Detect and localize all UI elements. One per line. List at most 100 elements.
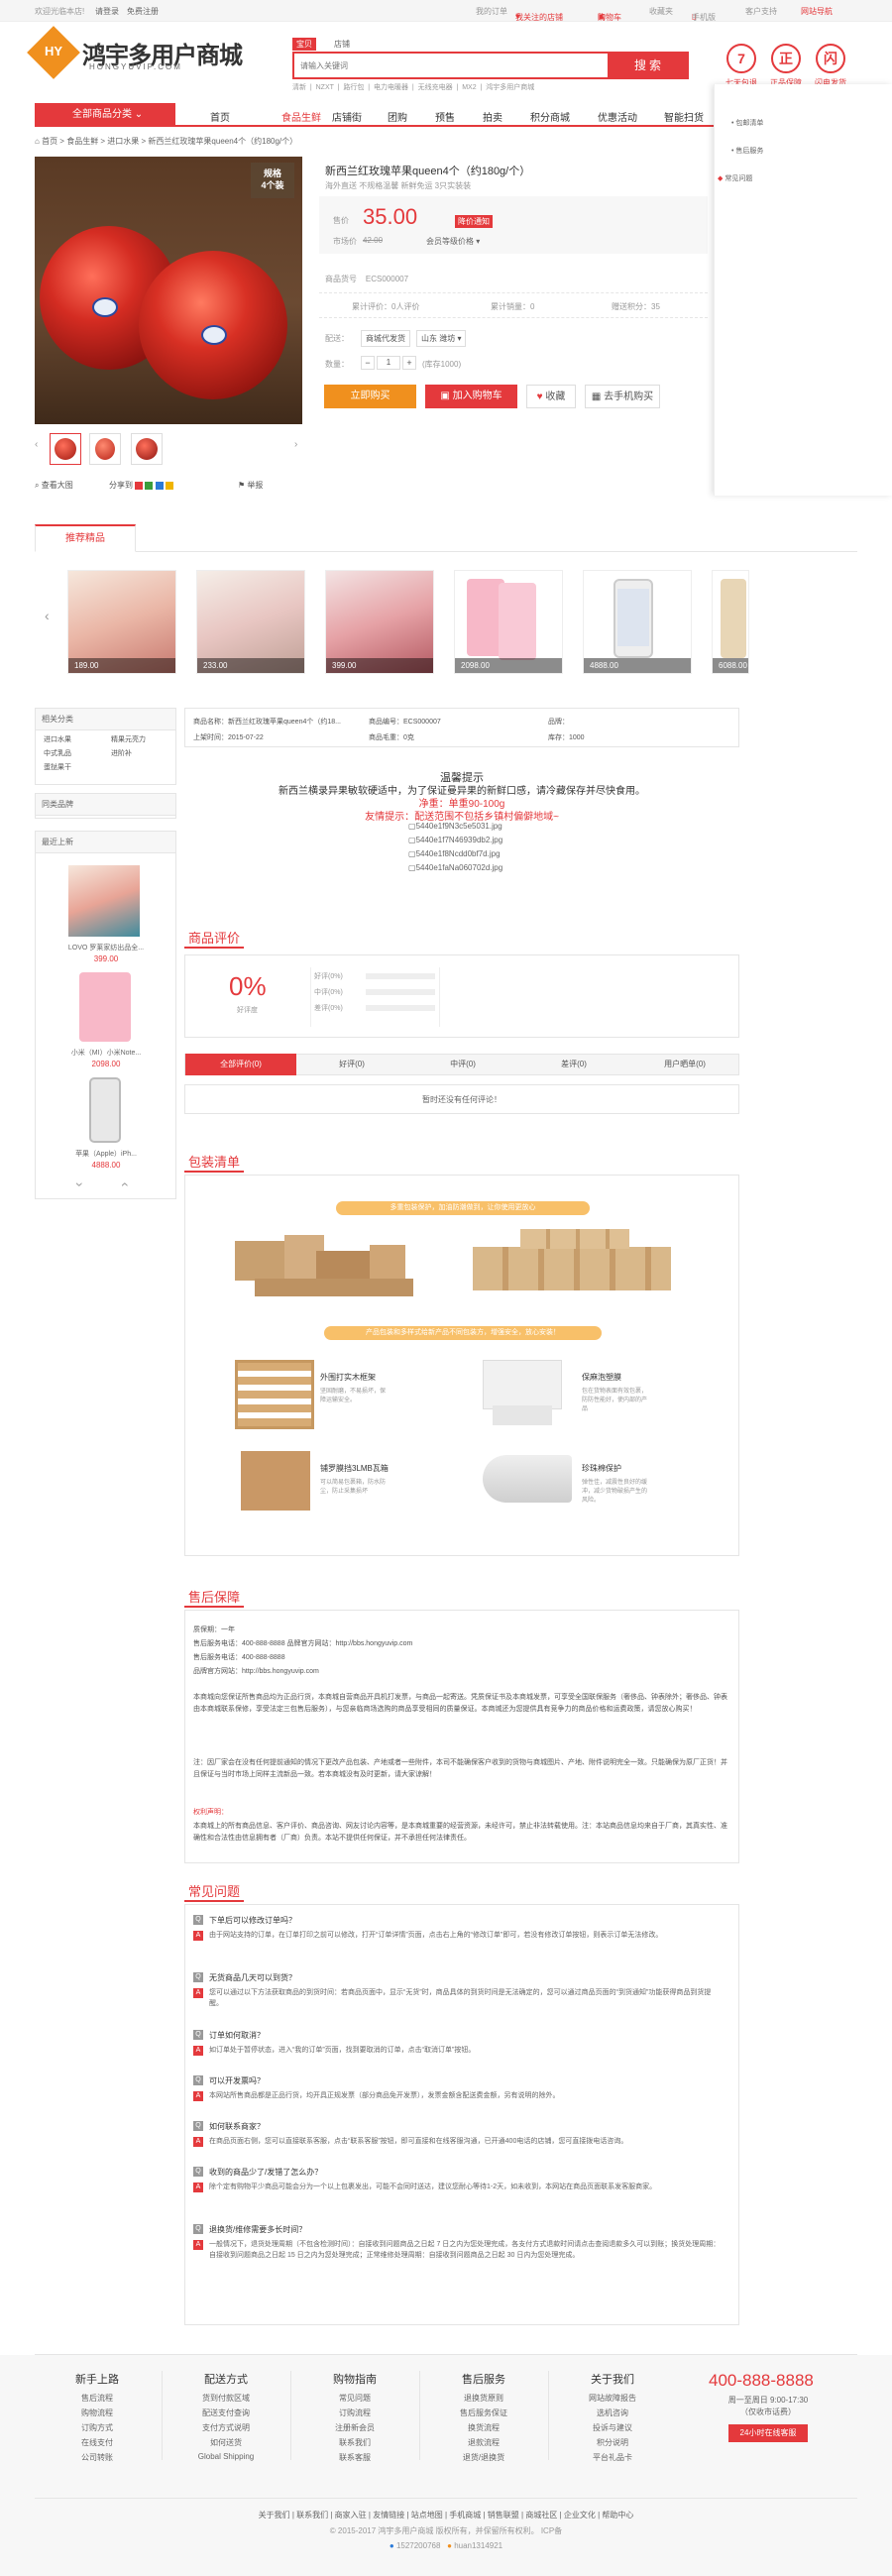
footer-column-link[interactable]: 售后流程: [48, 2393, 147, 2404]
recommend-item[interactable]: 6088.00: [712, 570, 749, 674]
chevron-left-icon[interactable]: ‹: [45, 608, 50, 623]
footer-link[interactable]: 商城社区: [525, 2511, 557, 2520]
category-link[interactable]: 蛋挞果干: [44, 762, 71, 772]
nav-item-smart[interactable]: 智能扫货: [664, 109, 704, 124]
footer-link[interactable]: 手机商城: [449, 2511, 481, 2520]
footer-column-link[interactable]: 换货流程: [434, 2422, 533, 2433]
hot-word[interactable]: NZXT: [316, 84, 334, 91]
footer-link[interactable]: 帮助中心: [602, 2511, 633, 2520]
site-nav-link[interactable]: 网站导航: [801, 6, 833, 17]
side-panel-item[interactable]: • 售后服务: [731, 146, 763, 156]
search-button[interactable]: 搜索: [610, 52, 689, 79]
register-link[interactable]: 免费注册: [127, 6, 159, 17]
region-select[interactable]: 山东 潍坊 ▾: [416, 330, 467, 347]
footer-link[interactable]: 关于我们: [259, 2511, 290, 2520]
review-count[interactable]: 累计评价：0人评价: [352, 301, 419, 312]
hot-word[interactable]: 鸿宇多用户商城: [486, 84, 534, 91]
footer-link[interactable]: 企业文化: [564, 2511, 596, 2520]
footer-link[interactable]: 商家入驻: [335, 2511, 367, 2520]
footer-column-link[interactable]: 选机咨询: [563, 2408, 662, 2418]
footer-link[interactable]: 友情链接: [373, 2511, 404, 2520]
nav-item-promo[interactable]: 优惠活动: [598, 109, 637, 124]
nav-item-presale[interactable]: 预售: [435, 109, 455, 124]
thumbnail[interactable]: [131, 433, 163, 465]
new-item-name[interactable]: 小米（MI）小米Note...: [42, 1048, 170, 1058]
footer-column-link[interactable]: 公司转账: [48, 2452, 147, 2463]
footer-column-link[interactable]: 购物流程: [48, 2408, 147, 2418]
nav-item-auction[interactable]: 拍卖: [483, 109, 502, 124]
thumbnail[interactable]: [50, 433, 81, 465]
footer-column-link[interactable]: 配送支付查询: [176, 2408, 276, 2418]
hot-word[interactable]: 路行包: [343, 84, 364, 91]
new-item-image[interactable]: [68, 865, 140, 937]
category-link[interactable]: 进口水果: [44, 734, 71, 744]
share-weibo-icon[interactable]: [135, 481, 144, 490]
footer-link[interactable]: 销售联盟: [488, 2511, 519, 2520]
footer-column-link[interactable]: 网站故障报告: [563, 2393, 662, 2404]
buy-now-button[interactable]: 立即购买: [324, 385, 416, 408]
nav-item-group[interactable]: 团购: [388, 109, 407, 124]
new-item-image[interactable]: [89, 1077, 121, 1143]
chevron-left-icon[interactable]: ‹: [35, 439, 38, 450]
footer-column-link[interactable]: 售后服务保证: [434, 2408, 533, 2418]
search-input[interactable]: [292, 52, 610, 79]
recommend-item[interactable]: 4888.00: [583, 570, 692, 674]
chevron-up-icon[interactable]: ‹: [69, 1182, 85, 1187]
footer-column-link[interactable]: Global Shipping: [176, 2452, 276, 2461]
side-panel-item-active[interactable]: ◆ 常见问题: [718, 173, 752, 183]
footer-column-link[interactable]: 在线支付: [48, 2437, 147, 2448]
my-order-link[interactable]: 我的订单: [476, 6, 507, 17]
recommend-item[interactable]: 2098.00: [454, 570, 563, 674]
footer-column-link[interactable]: 退货/退换货: [434, 2452, 533, 2463]
report-link[interactable]: ⚑ 举报: [238, 480, 263, 491]
category-link[interactable]: 中式乳品: [44, 748, 71, 758]
review-tab-all[interactable]: 全部评价(0): [185, 1054, 296, 1075]
product-main-image[interactable]: 规格 4个装: [35, 157, 302, 424]
nav-item-shops[interactable]: 店铺街: [332, 109, 362, 124]
fav-site-link[interactable]: 收藏夹: [649, 6, 673, 17]
add-to-cart-button[interactable]: ▣ 加入购物车: [425, 385, 517, 408]
search-tab-goods[interactable]: 宝贝: [292, 38, 316, 51]
side-panel-item[interactable]: • 包邮清单: [731, 118, 763, 128]
member-price-dropdown[interactable]: 会员等级价格 ▾: [426, 236, 480, 247]
nav-item-fresh[interactable]: 食品生鲜: [281, 109, 321, 124]
mobile-buy-button[interactable]: ▦ 去手机购买: [585, 385, 660, 408]
chevron-down-icon[interactable]: ›: [115, 1182, 131, 1187]
recommend-item[interactable]: 233.00: [196, 570, 305, 674]
footer-column-link[interactable]: 退换货原则: [434, 2393, 533, 2404]
nav-item-points[interactable]: 积分商城: [530, 109, 570, 124]
all-categories-button[interactable]: 全部商品分类 ⌄: [35, 103, 175, 127]
review-tab-good[interactable]: 好评(0): [296, 1055, 407, 1074]
new-item-name[interactable]: 苹果（Apple）iPh...: [42, 1149, 170, 1159]
qty-increase-button[interactable]: +: [402, 356, 416, 370]
footer-link[interactable]: 站点地图: [411, 2511, 443, 2520]
footer-column-link[interactable]: 常见问题: [305, 2393, 404, 2404]
review-tab-mid[interactable]: 中评(0): [407, 1055, 518, 1074]
recommend-item[interactable]: 189.00: [67, 570, 176, 674]
share-wechat-icon[interactable]: [145, 481, 154, 490]
online-service-button[interactable]: 24小时在线客服: [728, 2424, 808, 2442]
category-link[interactable]: 进阶补: [111, 748, 132, 758]
search-tab-shop[interactable]: 店铺: [330, 38, 354, 51]
favorite-button[interactable]: ♥ 收藏: [526, 385, 576, 408]
qty-input[interactable]: 1: [377, 356, 400, 370]
new-item-image[interactable]: [79, 972, 131, 1042]
hot-word[interactable]: 清新: [292, 84, 306, 91]
qty-decrease-button[interactable]: −: [361, 356, 375, 370]
share-qzone-icon[interactable]: [165, 481, 173, 490]
footer-column-link[interactable]: 联系我们: [305, 2437, 404, 2448]
footer-column-link[interactable]: 平台礼品卡: [563, 2452, 662, 2463]
new-item-name[interactable]: LOVO 罗莱家纺出品全...: [42, 943, 170, 952]
footer-column-link[interactable]: 订购流程: [305, 2408, 404, 2418]
footer-link[interactable]: 联系我们: [296, 2511, 328, 2520]
review-tab-photos[interactable]: 用户晒单(0): [629, 1055, 740, 1074]
thumbnail[interactable]: [89, 433, 121, 465]
chevron-right-icon[interactable]: ›: [294, 439, 297, 450]
footer-column-link[interactable]: 支付方式说明: [176, 2422, 276, 2433]
view-big-link[interactable]: ⌕ 查看大图: [35, 480, 73, 491]
recommend-item[interactable]: 399.00: [325, 570, 434, 674]
footer-column-link[interactable]: 订购方式: [48, 2422, 147, 2433]
footer-column-link[interactable]: 积分说明: [563, 2437, 662, 2448]
footer-column-link[interactable]: 注册新会员: [305, 2422, 404, 2433]
category-link[interactable]: 精果元亮力: [111, 734, 146, 744]
